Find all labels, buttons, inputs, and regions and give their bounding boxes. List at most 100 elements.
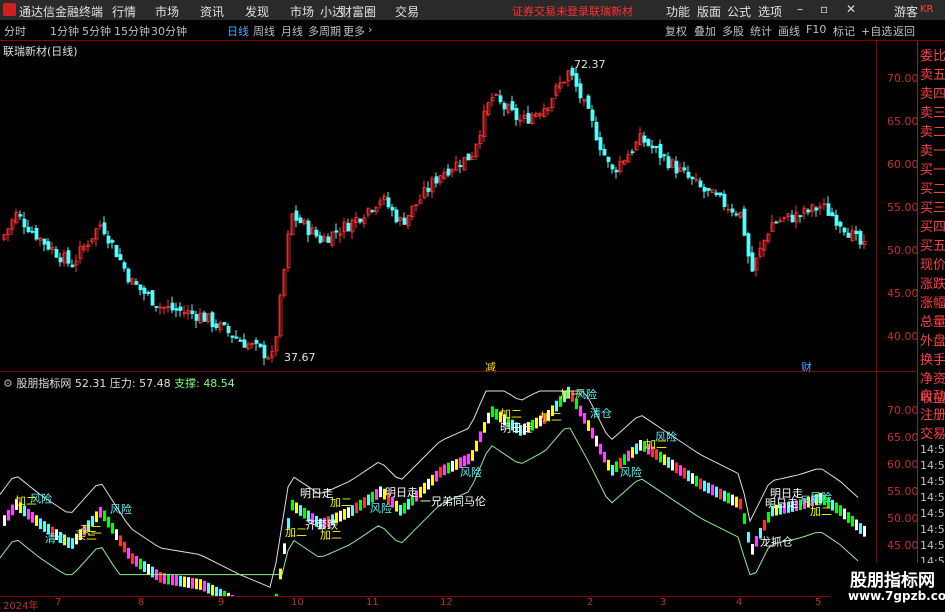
- indicator-bar: [143, 561, 146, 572]
- indicator-bar: [3, 515, 6, 526]
- indicator-bar: [407, 498, 410, 510]
- menu-trade[interactable]: 交易: [395, 3, 419, 20]
- user-label[interactable]: 游客: [894, 3, 918, 20]
- tool-mark[interactable]: 标记: [833, 23, 855, 39]
- candle-body: [798, 215, 803, 217]
- side-item[interactable]: 涨幅: [920, 292, 945, 311]
- indicator-bar: [463, 455, 466, 467]
- menu-options[interactable]: 选项: [758, 3, 782, 20]
- side-item-auto[interactable]: 自动: [920, 385, 945, 404]
- indicator-bar: [475, 440, 478, 452]
- candle-body: [586, 95, 591, 109]
- candle-body: [238, 339, 243, 342]
- minimize-icon[interactable]: –: [797, 2, 803, 16]
- stock-link[interactable]: 联瑞新材: [589, 3, 633, 19]
- indicator-bar: [115, 529, 118, 540]
- menu-news[interactable]: 资讯: [200, 3, 224, 20]
- period-tab-timeline[interactable]: 分时: [4, 23, 26, 39]
- period-tab-monthly[interactable]: 月线: [281, 23, 303, 39]
- side-item[interactable]: 换手: [920, 349, 945, 368]
- candle-body: [226, 325, 231, 334]
- close-icon[interactable]: ✕: [846, 2, 856, 16]
- side-item[interactable]: 外盘: [920, 330, 945, 349]
- period-tab-5min[interactable]: 5分钟: [82, 23, 111, 39]
- side-item[interactable]: 卖四: [920, 83, 945, 102]
- side-item[interactable]: 买一: [920, 159, 945, 178]
- menu-market[interactable]: 市场: [155, 3, 179, 20]
- indicator-svg[interactable]: 风险加二清仓风险买二风险加二买三风险明日走加二齐套跌风险加二明日走风险加二一兄弟…: [0, 373, 876, 596]
- side-item[interactable]: 买四: [920, 216, 945, 235]
- indicator-bar: [451, 460, 454, 472]
- candle-body: [318, 235, 323, 243]
- indicator-bar: [359, 499, 362, 511]
- tool-f10[interactable]: F10: [806, 23, 826, 36]
- tool-add-watch[interactable]: +自选: [861, 23, 892, 39]
- main-chart[interactable]: 联瑞新材(日线) 72.37 37.67 减 财: [0, 41, 876, 374]
- indicator-chart[interactable]: ⚙ 股朋指标网 52.31 压力: 57.48 支撑: 48.54 风险 加二 清仓…: [0, 373, 876, 596]
- side-item[interactable]: 卖五: [920, 64, 945, 83]
- side-item[interactable]: 卖三: [920, 102, 945, 121]
- signal-label: 加二: [540, 410, 562, 423]
- period-tab-more[interactable]: 更多: [343, 23, 365, 39]
- tool-draw[interactable]: 画线: [778, 23, 800, 39]
- period-tab-weekly[interactable]: 周线: [253, 23, 275, 39]
- menu-market2[interactable]: 市场: [290, 3, 314, 20]
- indicator-bar: [735, 496, 738, 508]
- candle-body: [702, 186, 707, 192]
- menu-discover[interactable]: 发现: [245, 3, 269, 20]
- side-item[interactable]: 总量: [920, 311, 945, 330]
- tool-stats[interactable]: 统计: [750, 23, 772, 39]
- indicator-bar: [731, 494, 734, 506]
- side-item[interactable]: 现价: [920, 254, 945, 273]
- period-tab-multi[interactable]: 多周期: [308, 23, 341, 39]
- side-item[interactable]: 买三: [920, 197, 945, 216]
- indicator-bar: [135, 555, 138, 567]
- period-tab-30min[interactable]: 30分钟: [151, 23, 187, 39]
- indicator-bar: [839, 505, 842, 516]
- menu-formula[interactable]: 公式: [727, 3, 751, 20]
- candle-body: [742, 208, 747, 236]
- indicator-bar: [751, 543, 754, 555]
- menu-quotes[interactable]: 行情: [112, 3, 136, 20]
- candle-body: [750, 252, 755, 272]
- candlestick-svg[interactable]: [0, 41, 876, 371]
- side-item-register[interactable]: 注册: [920, 404, 945, 423]
- tool-multi[interactable]: 多股: [722, 23, 744, 39]
- menu-layout[interactable]: 版面: [697, 3, 721, 20]
- candle-body: [426, 187, 431, 192]
- period-tab-1min[interactable]: 1分钟: [50, 23, 79, 39]
- candle-body: [590, 109, 595, 121]
- indicator-bar: [151, 566, 154, 578]
- login-notice[interactable]: 证券交易未登录: [512, 3, 589, 19]
- tool-adjust[interactable]: 复权: [665, 23, 687, 39]
- signal-label: 清仓: [590, 406, 612, 420]
- candle-body: [502, 103, 507, 110]
- side-item[interactable]: 涨跌: [920, 273, 945, 292]
- indicator-bar: [435, 470, 438, 482]
- candle-body: [42, 238, 47, 245]
- indicator-bar: [279, 568, 282, 580]
- side-item[interactable]: 买二: [920, 178, 945, 197]
- indicator-bar: [843, 508, 846, 520]
- chevron-right-icon[interactable]: ›: [368, 23, 372, 36]
- indicator-bar: [607, 459, 610, 471]
- indicator-bar: [179, 575, 182, 587]
- side-item[interactable]: 卖一: [920, 140, 945, 159]
- period-tab-15min[interactable]: 15分钟: [114, 23, 150, 39]
- tool-overlay[interactable]: 叠加: [694, 23, 716, 39]
- indicator-bar: [403, 502, 406, 514]
- candle-body: [346, 222, 351, 232]
- indicator-bar: [743, 513, 746, 524]
- candle-body: [510, 101, 515, 111]
- indicator-bar: [147, 563, 150, 575]
- side-item[interactable]: 委比: [920, 45, 945, 64]
- menu-wealth[interactable]: 财富圈: [340, 3, 376, 20]
- period-tab-daily[interactable]: 日线: [227, 23, 249, 39]
- tool-back[interactable]: 返回: [893, 23, 915, 39]
- candle-body: [682, 167, 687, 171]
- side-item[interactable]: 买五: [920, 235, 945, 254]
- side-item[interactable]: 卖二: [920, 121, 945, 140]
- side-item-trade[interactable]: 交易: [920, 423, 945, 442]
- menu-function[interactable]: 功能: [666, 3, 690, 20]
- restore-icon[interactable]: ▫: [820, 2, 828, 16]
